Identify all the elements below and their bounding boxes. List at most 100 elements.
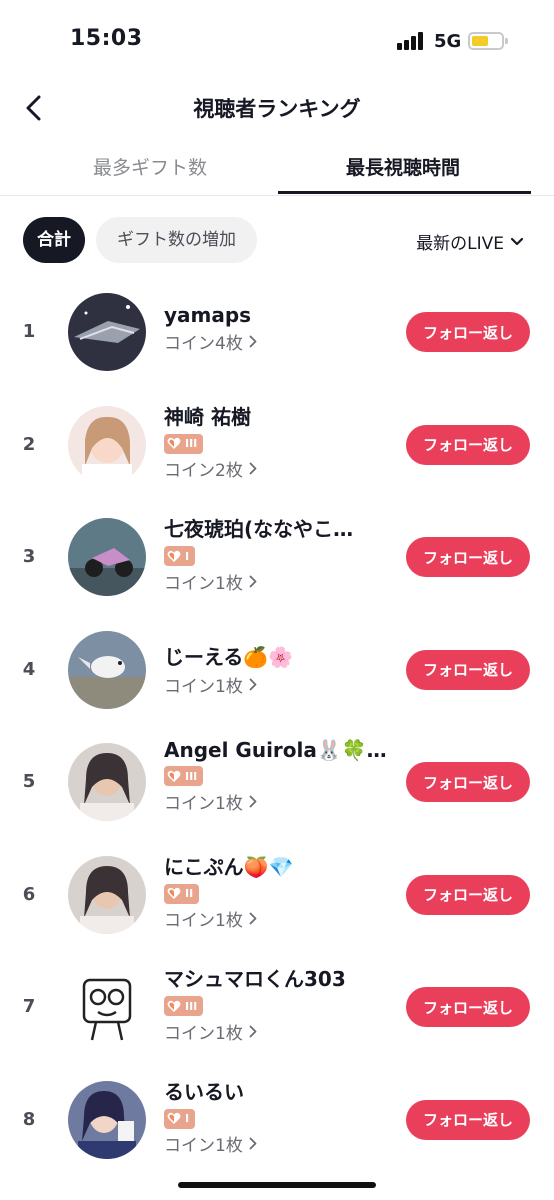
viewer-info: 七夜琥珀(ななやこ… I コイン1枚 (164, 513, 392, 594)
viewer-name: 神崎 祐樹 (164, 404, 251, 429)
viewer-name: マシュマロくん303 (164, 967, 346, 991)
viewer-info: るいるい I コイン1枚 (164, 1076, 392, 1156)
badge-level: II (185, 887, 194, 900)
rank-number: 8 (22, 1108, 36, 1130)
fan-level-badge: II (164, 883, 200, 904)
viewer-name: 七夜琥珀(ななやこ… (164, 517, 354, 541)
tab-underline (278, 191, 531, 194)
viewer-row: 8 るいるい I コイン1枚 フォロー返し (0, 1064, 554, 1176)
rank-number: 3 (22, 546, 36, 567)
coin-label: コイン2枚 (164, 461, 243, 481)
viewer-info: 神崎 祐樹 III コイン2枚 (164, 401, 392, 481)
fan-level-badge: III (164, 996, 204, 1016)
tab-most-gifts[interactable]: 最多ギフト数 (25, 153, 275, 180)
status-bar: 15:03 5G (0, 0, 554, 80)
filter-bar: 合計 ギフト数の増加 最新のLIVE (0, 217, 554, 263)
viewer-info: Angel Guirola🐰🍀… III コイン1枚 (164, 738, 392, 814)
chevron-right-icon (249, 678, 257, 690)
coin-label: コイン4枚 (164, 334, 243, 354)
page-title: 視聴者ランキング (193, 97, 361, 121)
heart-badge-icon (167, 1000, 181, 1012)
heart-badge-icon (167, 550, 181, 562)
tab-longest-watch[interactable]: 最長視聴時間 (278, 153, 528, 180)
viewer-info: にこぷん🍑💎 II コイン1枚 (164, 851, 392, 931)
badge-level: III (185, 999, 198, 1013)
chevron-right-icon (249, 575, 257, 587)
viewer-info: yamaps コイン4枚 (164, 303, 392, 354)
viewer-name: じーえる🍊🌸 (164, 644, 294, 669)
viewer-name: Angel Guirola🐰🍀… (164, 738, 387, 762)
rank-number: 2 (22, 433, 36, 455)
coin-count[interactable]: コイン1枚 (164, 1019, 392, 1044)
viewer-row: 2 神崎 祐樹 III コイン2枚 フォロー返し (0, 389, 554, 501)
motorcycle-avatar[interactable] (68, 518, 146, 596)
chevron-right-icon (249, 335, 257, 348)
coin-count[interactable]: コイン1枚 (164, 1131, 392, 1156)
coin-count[interactable]: コイン1枚 (164, 906, 392, 931)
rank-number: 4 (22, 658, 36, 680)
viewer-name: るいるい (164, 1079, 244, 1104)
chip-gift-increase[interactable]: ギフト数の増加 (96, 217, 257, 263)
viewer-row: 5 Angel Guirola🐰🍀… III コイン1枚 フォロー返し (0, 726, 554, 838)
chevron-right-icon (249, 462, 257, 475)
sort-dropdown[interactable]: 最新のLIVE (416, 229, 524, 254)
follow-back-button[interactable]: フォロー返し (406, 537, 530, 577)
viewer-name: にこぷん🍑💎 (164, 854, 294, 879)
viewer-info: マシュマロくん303 III コイン1枚 (164, 963, 392, 1044)
chevron-right-icon (249, 1025, 257, 1037)
chevron-down-icon (510, 237, 524, 245)
home-indicator (178, 1182, 376, 1188)
viewer-row: 3 七夜琥珀(ななやこ… I コイン1枚 フォロー返し (0, 501, 554, 613)
chevron-right-icon (249, 1137, 257, 1150)
network-label: 5G (434, 31, 462, 52)
follow-back-button[interactable]: フォロー返し (406, 874, 530, 915)
space-scene-avatar[interactable] (68, 293, 146, 371)
sort-label: 最新のLIVE (416, 234, 504, 254)
cosplay-avatar[interactable] (68, 1080, 146, 1159)
photo-avatar[interactable] (68, 405, 146, 484)
rank-number: 7 (22, 996, 36, 1017)
coin-label: コイン1枚 (164, 911, 243, 931)
status-time: 15:03 (70, 26, 143, 51)
coin-count[interactable]: コイン1枚 (164, 569, 392, 594)
bird-avatar[interactable] (68, 630, 146, 709)
tab-bar: 最多ギフト数 最長視聴時間 (0, 140, 554, 196)
coin-label: コイン1枚 (164, 793, 243, 814)
fan-level-badge: I (164, 1108, 196, 1129)
signal-icon (397, 32, 427, 50)
viewer-name: yamaps (164, 303, 252, 327)
coin-label: コイン1枚 (164, 1023, 243, 1044)
coin-count[interactable]: コイン1枚 (164, 672, 392, 697)
coin-label: コイン1枚 (164, 1136, 243, 1156)
follow-back-button[interactable]: フォロー返し (406, 762, 530, 802)
chip-total[interactable]: 合計 (23, 217, 85, 263)
coin-count[interactable]: コイン2枚 (164, 456, 392, 481)
follow-back-button[interactable]: フォロー返し (406, 312, 530, 352)
coin-label: コイン1枚 (164, 573, 243, 594)
coin-count[interactable]: コイン1枚 (164, 789, 392, 814)
viewer-row: 4 じーえる🍊🌸 コイン1枚 フォロー返し (0, 614, 554, 726)
fan-level-badge: III (164, 766, 204, 786)
rank-number: 1 (22, 321, 36, 342)
heart-badge-icon (167, 1112, 181, 1124)
follow-back-button[interactable]: フォロー返し (406, 1099, 530, 1140)
follow-back-button[interactable]: フォロー返し (406, 649, 530, 690)
doodle-avatar[interactable] (68, 968, 146, 1046)
badge-level: III (185, 769, 198, 783)
coin-label: コイン1枚 (164, 676, 243, 697)
portrait-avatar[interactable] (68, 743, 146, 821)
viewer-row: 1 yamaps コイン4枚 フォロー返し (0, 276, 554, 388)
heart-badge-icon (167, 437, 181, 449)
coin-count[interactable]: コイン4枚 (164, 329, 392, 354)
chevron-right-icon (249, 795, 257, 807)
follow-back-button[interactable]: フォロー返し (406, 987, 530, 1027)
heart-badge-icon (167, 887, 181, 899)
battery-icon (468, 32, 508, 50)
badge-level: III (185, 437, 198, 450)
portrait-avatar[interactable] (68, 855, 146, 934)
follow-back-button[interactable]: フォロー返し (406, 424, 530, 465)
badge-level: I (185, 549, 190, 563)
rank-number: 5 (22, 771, 36, 792)
heart-badge-icon (167, 770, 181, 782)
viewer-row: 7 マシュマロくん303 III コイン1枚 フォロー返し (0, 951, 554, 1063)
